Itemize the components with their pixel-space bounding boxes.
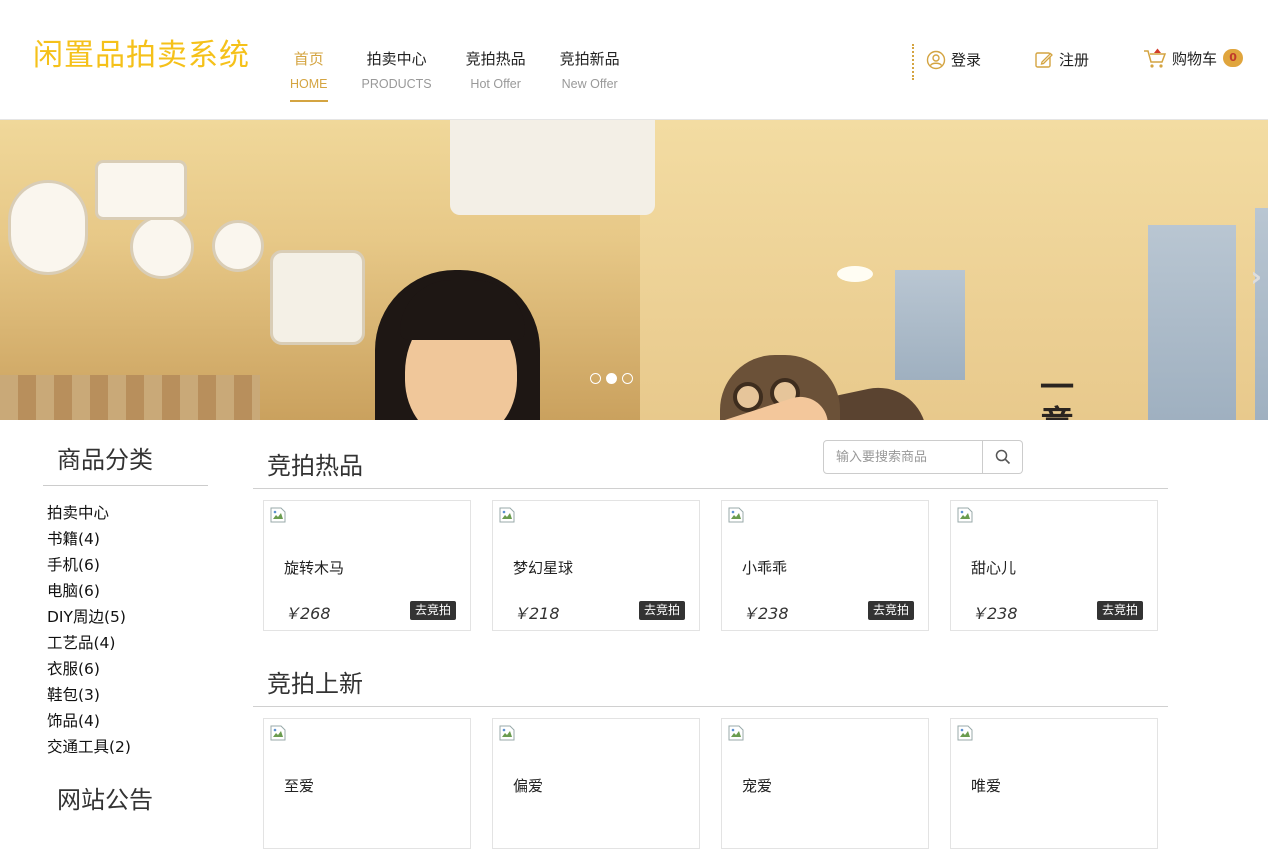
nav-sublabel: PRODUCTS	[361, 77, 432, 91]
category-title: 商品分类	[43, 440, 208, 486]
carousel-next-arrow[interactable]: ›	[1250, 260, 1262, 293]
banner-clock	[130, 215, 194, 279]
product-name: 梦幻星球	[513, 559, 574, 577]
category-list: 拍卖中心 书籍(4) 手机(6) 电脑(6) DIY周边(5) 工艺品(4) 衣…	[43, 500, 208, 760]
banner-lamp	[837, 266, 873, 282]
nav-label: 竞拍新品	[559, 50, 620, 68]
login-link[interactable]: 登录	[926, 49, 981, 70]
header-divider	[912, 44, 914, 80]
cart-label: 购物车	[1172, 49, 1218, 68]
edit-icon	[1035, 51, 1053, 68]
banner-frame	[95, 160, 187, 220]
bid-button[interactable]: 去竞拍	[638, 601, 685, 620]
login-label: 登录	[951, 51, 982, 69]
hero-carousel[interactable]: 一意壱壹 ›	[0, 120, 1268, 420]
product-price: ￥238	[742, 604, 789, 623]
product-price: ￥268	[284, 604, 331, 623]
banner-window	[1255, 208, 1268, 420]
site-logo[interactable]: 闲置品拍卖系统	[33, 30, 250, 74]
banner-window	[895, 270, 965, 380]
broken-image-icon	[957, 725, 973, 741]
carousel-indicators	[590, 373, 638, 384]
banner-owl-figure	[8, 180, 88, 275]
broken-image-icon	[499, 507, 515, 523]
product-price: ￥218	[513, 604, 560, 623]
new-offer-section: 竞拍上新 至爱 偏爱 宠爱 唯爱	[253, 658, 1168, 849]
hot-offer-section: 竞拍热品 旋转木马 ￥268 去竞拍 梦幻星球 ￥218 去竞拍 小乖	[253, 440, 1168, 631]
banner-clock	[212, 220, 264, 272]
nav-item-home[interactable]: 首页 HOME	[290, 48, 328, 102]
new-offer-title: 竞拍上新	[267, 670, 363, 698]
register-link[interactable]: 注册	[1034, 49, 1089, 70]
main-nav: 首页 HOME 拍卖中心 PRODUCTS 竞拍热品 Hot Offer 竞拍新…	[290, 48, 654, 102]
carousel-dot-active[interactable]	[606, 373, 617, 384]
banner-shelf	[0, 375, 260, 420]
nav-sublabel: HOME	[290, 77, 328, 91]
product-card[interactable]: 宠爱	[721, 718, 929, 849]
search-bar	[823, 440, 1023, 474]
hot-offer-header: 竞拍热品	[253, 440, 1168, 489]
broken-image-icon	[270, 725, 286, 741]
nav-label: 竞拍热品	[465, 50, 526, 68]
category-item[interactable]: 交通工具(2)	[43, 734, 208, 760]
category-sidebar: 商品分类 拍卖中心 书籍(4) 手机(6) 电脑(6) DIY周边(5) 工艺品…	[43, 440, 208, 815]
hot-offer-grid: 旋转木马 ￥268 去竞拍 梦幻星球 ￥218 去竞拍 小乖乖 ￥238 去竞拍…	[263, 500, 1179, 631]
search-icon	[995, 449, 1010, 465]
category-item[interactable]: 电脑(6)	[43, 578, 208, 604]
new-offer-header: 竞拍上新	[253, 658, 1168, 707]
category-item[interactable]: 衣服(6)	[43, 656, 208, 682]
nav-label: 首页	[293, 50, 324, 68]
product-card[interactable]: 小乖乖 ￥238 去竞拍	[721, 500, 929, 631]
nav-item-products[interactable]: 拍卖中心 PRODUCTS	[362, 48, 432, 102]
hot-offer-title: 竞拍热品	[267, 452, 363, 480]
product-name: 小乖乖	[742, 559, 788, 577]
carousel-dot[interactable]	[590, 373, 601, 384]
broken-image-icon	[270, 507, 286, 523]
product-card[interactable]: 至爱	[263, 718, 471, 849]
shopping-cart-icon	[1144, 48, 1167, 68]
category-item[interactable]: 手机(6)	[43, 552, 208, 578]
broken-image-icon	[728, 725, 744, 741]
product-name: 甜心儿	[971, 559, 1017, 577]
search-input[interactable]	[823, 440, 983, 474]
product-card[interactable]: 偏爱	[492, 718, 700, 849]
bid-button[interactable]: 去竞拍	[867, 601, 914, 620]
nav-item-hot-offer[interactable]: 竞拍热品 Hot Offer	[466, 48, 526, 102]
cart-link[interactable]: 购物车 0	[1143, 47, 1244, 69]
cart-count-badge: 0	[1223, 49, 1244, 67]
product-card[interactable]: 旋转木马 ￥268 去竞拍	[263, 500, 471, 631]
banner-owl-eye	[733, 382, 763, 412]
carousel-dot[interactable]	[622, 373, 633, 384]
category-item[interactable]: 拍卖中心	[43, 500, 208, 526]
new-offer-grid: 至爱 偏爱 宠爱 唯爱	[263, 718, 1179, 849]
product-card[interactable]: 甜心儿 ￥238 去竞拍	[950, 500, 1158, 631]
product-card[interactable]: 唯爱	[950, 718, 1158, 849]
broken-image-icon	[728, 507, 744, 523]
category-item[interactable]: 书籍(4)	[43, 526, 208, 552]
banner-air-conditioner	[450, 120, 655, 215]
nav-sublabel: Hot Offer	[470, 77, 521, 91]
product-price: ￥238	[971, 604, 1018, 623]
search-button[interactable]	[983, 440, 1023, 474]
announcement-title: 网站公告	[57, 786, 153, 814]
nav-sublabel: New Offer	[561, 77, 618, 91]
product-card[interactable]: 梦幻星球 ￥218 去竞拍	[492, 500, 700, 631]
category-item[interactable]: DIY周边(5)	[43, 604, 208, 630]
banner-bag	[270, 250, 365, 345]
broken-image-icon	[957, 507, 973, 523]
banner-window	[1148, 225, 1236, 420]
banner-calligraphy: 一意壱壹	[1040, 368, 1074, 420]
category-item[interactable]: 工艺品(4)	[43, 630, 208, 656]
category-item[interactable]: 鞋包(3)	[43, 682, 208, 708]
nav-label: 拍卖中心	[366, 50, 427, 68]
category-item[interactable]: 饰品(4)	[43, 708, 208, 734]
user-icon	[926, 50, 946, 69]
bid-button[interactable]: 去竞拍	[409, 601, 456, 620]
register-label: 注册	[1059, 51, 1090, 69]
site-header: 闲置品拍卖系统 首页 HOME 拍卖中心 PRODUCTS 竞拍热品 Hot O…	[0, 0, 1268, 120]
broken-image-icon	[499, 725, 515, 741]
product-name: 旋转木马	[284, 559, 345, 577]
bid-button[interactable]: 去竞拍	[1096, 601, 1143, 620]
nav-item-new-offer[interactable]: 竞拍新品 New Offer	[560, 48, 620, 102]
